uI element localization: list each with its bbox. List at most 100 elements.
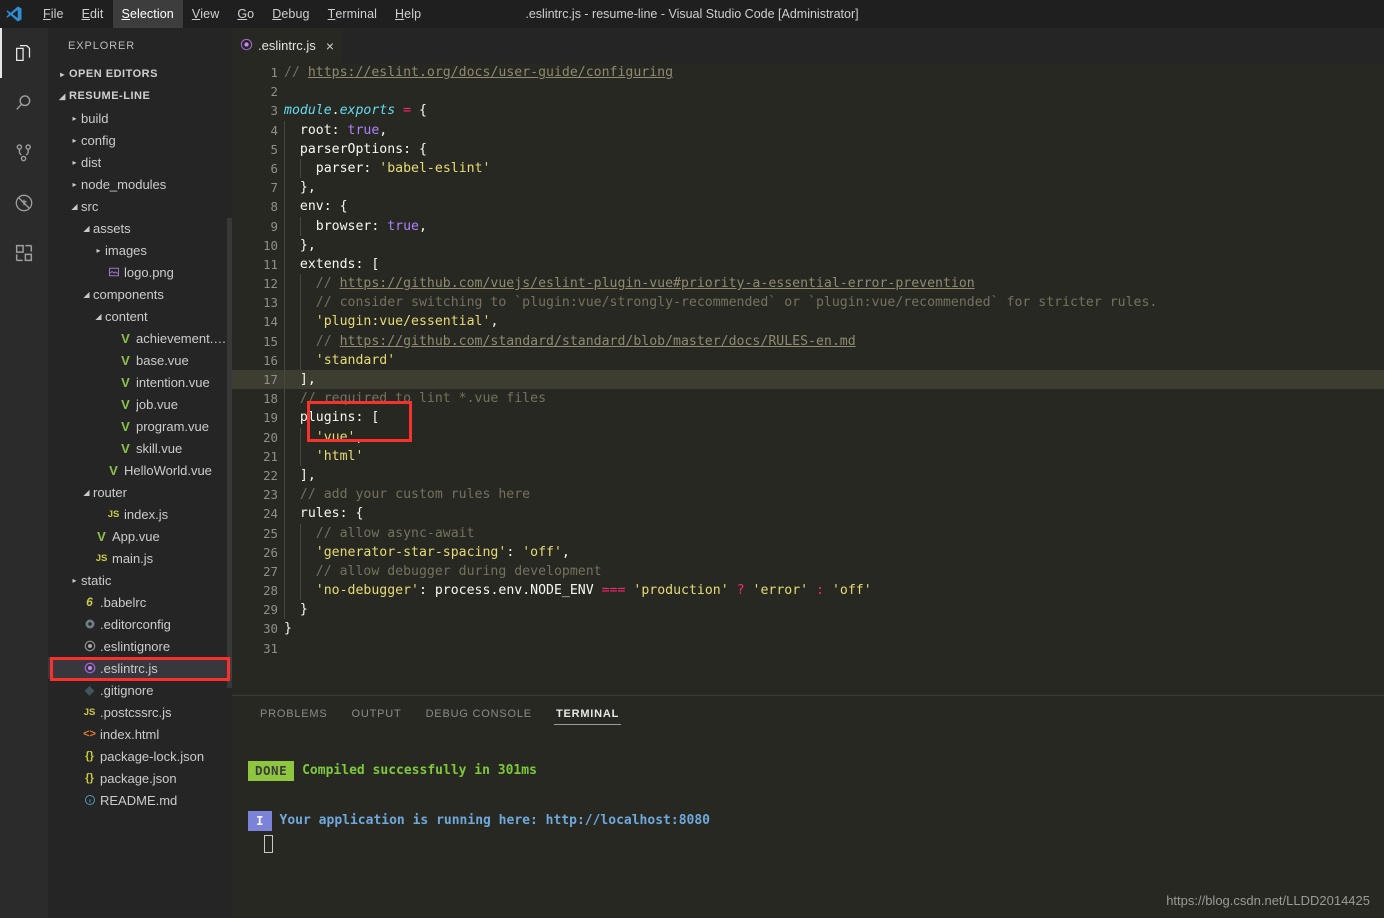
chevron-right-icon[interactable]: ▸: [68, 136, 81, 145]
menu-item-edit[interactable]: Edit: [73, 0, 113, 28]
code-line[interactable]: 9 browser: true,: [232, 216, 1384, 236]
tree-item-router[interactable]: ◢ router: [48, 481, 232, 503]
code-line[interactable]: 5 parserOptions: {: [232, 139, 1384, 159]
tree-item-program-vue[interactable]: Vprogram.vue: [48, 415, 232, 437]
tree-item-build[interactable]: ▸ build: [48, 107, 232, 129]
tree-item-eslintrc-js[interactable]: .eslintrc.js: [48, 657, 232, 679]
tree-item-eslintignore[interactable]: .eslintignore: [48, 635, 232, 657]
chevron-down-icon[interactable]: ◢: [80, 488, 93, 497]
code-line[interactable]: 30}: [232, 619, 1384, 638]
code-line[interactable]: 25 // allow async-await: [232, 523, 1384, 543]
tree-item-index-js[interactable]: JS index.js: [48, 503, 232, 525]
code-line[interactable]: 17 ],: [232, 370, 1384, 390]
tree-item-logo-png[interactable]: logo.png: [48, 261, 232, 283]
chevron-down-icon[interactable]: ◢: [56, 92, 69, 101]
chevron-right-icon[interactable]: ▸: [68, 180, 81, 189]
tree-item-config[interactable]: ▸ config: [48, 129, 232, 151]
menu-item-view[interactable]: View: [183, 0, 229, 28]
menu-item-file[interactable]: File: [34, 0, 73, 28]
code-editor[interactable]: 1 // https://eslint.org/docs/user-guide/c…: [232, 63, 1384, 695]
tree-item-package-lock-json[interactable]: {} package-lock.json: [48, 745, 232, 767]
tree-item-resume-line[interactable]: ◢ RESUME-LINE: [48, 85, 232, 107]
code-line[interactable]: 21 'html': [232, 446, 1384, 466]
tree-item-dist[interactable]: ▸ dist: [48, 151, 232, 173]
chevron-right-icon[interactable]: ▸: [56, 70, 69, 79]
code-line[interactable]: 27 // allow debugger during development: [232, 561, 1384, 582]
panel-tab-problems[interactable]: PROBLEMS: [248, 696, 340, 731]
chevron-down-icon[interactable]: ◢: [80, 224, 93, 233]
tree-item-readme-md[interactable]: README.md: [48, 789, 232, 811]
tree-item-job-vue[interactable]: Vjob.vue: [48, 393, 232, 415]
chevron-right-icon[interactable]: ▸: [92, 246, 105, 255]
search-icon[interactable]: [0, 78, 48, 128]
code-line[interactable]: 10 },: [232, 235, 1384, 255]
tree-item-editorconfig[interactable]: .editorconfig: [48, 613, 232, 635]
code-line[interactable]: 15 // https://github.com/standard/standa…: [232, 331, 1384, 351]
tree-item-helloworld-vue[interactable]: V HelloWorld.vue: [48, 459, 232, 481]
menu-item-debug[interactable]: Debug: [263, 0, 318, 28]
panel-tab-bar[interactable]: PROBLEMS OUTPUT DEBUG CONSOLE TERMINAL: [232, 696, 1384, 731]
tree-item-base-vue[interactable]: Vbase.vue: [48, 349, 232, 371]
code-line[interactable]: 22 ],: [232, 465, 1384, 486]
code-line[interactable]: 29 }: [232, 600, 1384, 620]
source-control-icon[interactable]: [0, 128, 48, 178]
menu-bar[interactable]: File Edit Selection View Go Debug Terminal Help: [34, 0, 430, 28]
chevron-down-icon[interactable]: ◢: [92, 312, 105, 321]
code-line[interactable]: 13 // consider switching to `plugin:vue/…: [232, 293, 1384, 313]
tree-item-node-modules[interactable]: ▸ node_modules: [48, 173, 232, 195]
tree-item-app-vue[interactable]: V App.vue: [48, 525, 232, 547]
code-line[interactable]: 3 module.exports = {: [232, 101, 1384, 120]
code-line[interactable]: 7 },: [232, 178, 1384, 198]
chevron-right-icon[interactable]: ▸: [68, 158, 81, 167]
editor-tab[interactable]: .eslintrc.js ×: [232, 28, 342, 63]
menu-item-help[interactable]: Help: [386, 0, 430, 28]
chevron-right-icon[interactable]: ▸: [68, 576, 81, 585]
tree-item-src[interactable]: ◢ src: [48, 195, 232, 217]
extensions-icon[interactable]: [0, 228, 48, 278]
code-line[interactable]: 12 // https://github.com/vuejs/eslint-pl…: [232, 274, 1384, 294]
panel-tab-debug-console[interactable]: DEBUG CONSOLE: [414, 696, 544, 731]
tree-item-gitignore[interactable]: ◆ .gitignore: [48, 679, 232, 701]
tree-item-images[interactable]: ▸ images: [48, 239, 232, 261]
panel-tab-terminal[interactable]: TERMINAL: [544, 696, 631, 731]
code-line[interactable]: 28 'no-debugger': process.env.NODE_ENV =…: [232, 581, 1384, 601]
chevron-down-icon[interactable]: ◢: [80, 290, 93, 299]
code-line[interactable]: 20 'vue',: [232, 427, 1384, 447]
tree-item-postcssrc-js[interactable]: JS .postcssrc.js: [48, 701, 232, 723]
chevron-down-icon[interactable]: ◢: [68, 202, 81, 211]
terminal-output[interactable]: DONE Compiled successfully in 301ms I Yo…: [232, 731, 1384, 853]
code-line[interactable]: 1 // https://eslint.org/docs/user-guide/c…: [232, 63, 1384, 82]
tree-item-static[interactable]: ▸ static: [48, 569, 232, 591]
tree-item-intention-vue[interactable]: Vintention.vue: [48, 371, 232, 393]
tree-item-assets[interactable]: ◢ assets: [48, 217, 232, 239]
tree-item-package-json[interactable]: {} package.json: [48, 767, 232, 789]
code-line[interactable]: 14 'plugin:vue/essential',: [232, 312, 1384, 332]
code-line[interactable]: 11 extends: [: [232, 254, 1384, 275]
code-line[interactable]: 18 // required to lint *.vue files: [232, 389, 1384, 409]
code-line[interactable]: 24 rules: {: [232, 504, 1384, 524]
menu-item-go[interactable]: Go: [228, 0, 263, 28]
panel-tab-output[interactable]: OUTPUT: [340, 696, 414, 731]
explorer-icon[interactable]: [0, 28, 48, 78]
tree-item-open-editors[interactable]: ▸ OPEN EDITORS: [48, 63, 232, 85]
tree-item-babelrc[interactable]: 6 .babelrc: [48, 591, 232, 613]
tree-item-index-html[interactable]: <> index.html: [48, 723, 232, 745]
code-line[interactable]: 16 'standard': [232, 350, 1384, 370]
code-line[interactable]: 2: [232, 82, 1384, 101]
tree-item-main-js[interactable]: JS main.js: [48, 547, 232, 569]
file-tree[interactable]: ▸ OPEN EDITORS ◢ RESUME-LINE ▸ build ▸ config ▸ d…: [48, 63, 232, 811]
code-line[interactable]: 23 // add your custom rules here: [232, 485, 1384, 505]
code-line[interactable]: 19 plugins: [: [232, 408, 1384, 428]
tree-item-achievement-vue[interactable]: Vachievement.vue: [48, 327, 232, 349]
debug-icon[interactable]: [0, 178, 48, 228]
menu-item-terminal[interactable]: Terminal: [319, 0, 386, 28]
code-line[interactable]: 4 root: true,: [232, 120, 1384, 140]
code-line[interactable]: 26 'generator-star-spacing': 'off',: [232, 542, 1384, 562]
chevron-right-icon[interactable]: ▸: [68, 114, 81, 123]
close-icon[interactable]: ×: [326, 39, 334, 53]
menu-item-selection[interactable]: Selection: [112, 0, 183, 28]
code-line[interactable]: 31: [232, 639, 1384, 658]
tree-item-content[interactable]: ◢ content: [48, 305, 232, 327]
tree-item-skill-vue[interactable]: Vskill.vue: [48, 437, 232, 459]
code-line[interactable]: 8 env: {: [232, 197, 1384, 217]
